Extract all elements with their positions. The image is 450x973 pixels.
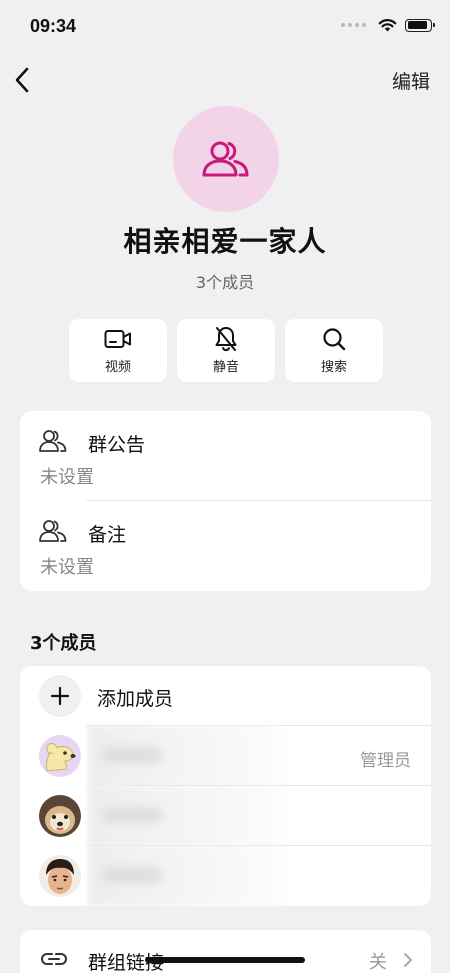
announcement-people-icon — [38, 429, 68, 457]
announcement-title: 群公告 — [88, 434, 146, 456]
battery-level — [407, 21, 428, 29]
plus-icon — [50, 686, 70, 706]
member-row[interactable] — [20, 846, 431, 906]
remark-row[interactable]: 备注 未设置 — [20, 501, 431, 591]
add-member-label: 添加成员 — [97, 688, 174, 710]
members-section-title: 3个成员 — [30, 633, 97, 654]
group-avatar — [173, 106, 279, 212]
group-link-row[interactable]: 群组链接 关 — [20, 930, 431, 973]
group-link-value: 关 — [369, 952, 387, 973]
member-row[interactable] — [20, 786, 431, 846]
cartoon-boy-avatar[interactable] — [39, 855, 81, 897]
group-info-card: 群公告 未设置 备注 未设置 — [20, 411, 431, 591]
add-member-row[interactable]: 添加成员 — [20, 666, 431, 726]
group-people-icon — [202, 141, 249, 177]
add-member-button[interactable] — [39, 675, 81, 717]
dog-photo-avatar[interactable] — [39, 795, 81, 837]
link-icon — [40, 950, 68, 972]
wifi-icon — [378, 19, 397, 32]
video-icon — [104, 330, 131, 348]
status-time: 09:34 — [30, 16, 77, 36]
member-name-blurred — [88, 726, 282, 786]
search-button-label: 搜索 — [320, 360, 347, 375]
nav-bar: 编辑 — [0, 55, 450, 105]
remark-people-icon — [38, 519, 68, 547]
remark-title: 备注 — [88, 524, 127, 546]
status-bar: 09:34 — [0, 0, 450, 52]
announcement-row[interactable]: 群公告 未设置 — [20, 411, 431, 501]
member-name-blurred — [88, 786, 282, 846]
chevron-right-icon — [403, 952, 413, 972]
status-icons — [341, 18, 435, 32]
mute-button[interactable]: 静音 — [177, 319, 275, 382]
member-name-blurred — [88, 846, 282, 906]
signal-dots-icon — [341, 23, 366, 27]
video-button[interactable]: 视频 — [69, 319, 167, 382]
member-count: 3个成员 — [195, 273, 255, 292]
search-button[interactable]: 搜索 — [285, 319, 383, 382]
admin-tag: 管理员 — [360, 751, 411, 771]
member-row[interactable]: 管理员 — [20, 726, 431, 786]
mute-button-label: 静音 — [212, 360, 239, 375]
members-card: 添加成员 管理员 — [20, 666, 431, 906]
edit-button[interactable]: 编辑 — [392, 67, 430, 94]
back-button[interactable] — [6, 63, 38, 97]
video-button-label: 视频 — [104, 360, 131, 375]
group-link-card: 群组链接 关 — [20, 930, 431, 973]
cartoon-dog-avatar[interactable] — [39, 735, 81, 777]
home-indicator[interactable] — [145, 957, 305, 963]
battery-icon — [405, 18, 435, 32]
bell-off-icon — [215, 327, 237, 352]
remark-value: 未设置 — [40, 557, 94, 578]
group-name: 相亲相爱一家人 — [123, 225, 327, 258]
announcement-value: 未设置 — [40, 467, 94, 488]
chevron-left-icon — [15, 67, 29, 93]
search-icon — [323, 328, 346, 351]
action-buttons: 视频 静音 搜索 — [69, 319, 383, 382]
